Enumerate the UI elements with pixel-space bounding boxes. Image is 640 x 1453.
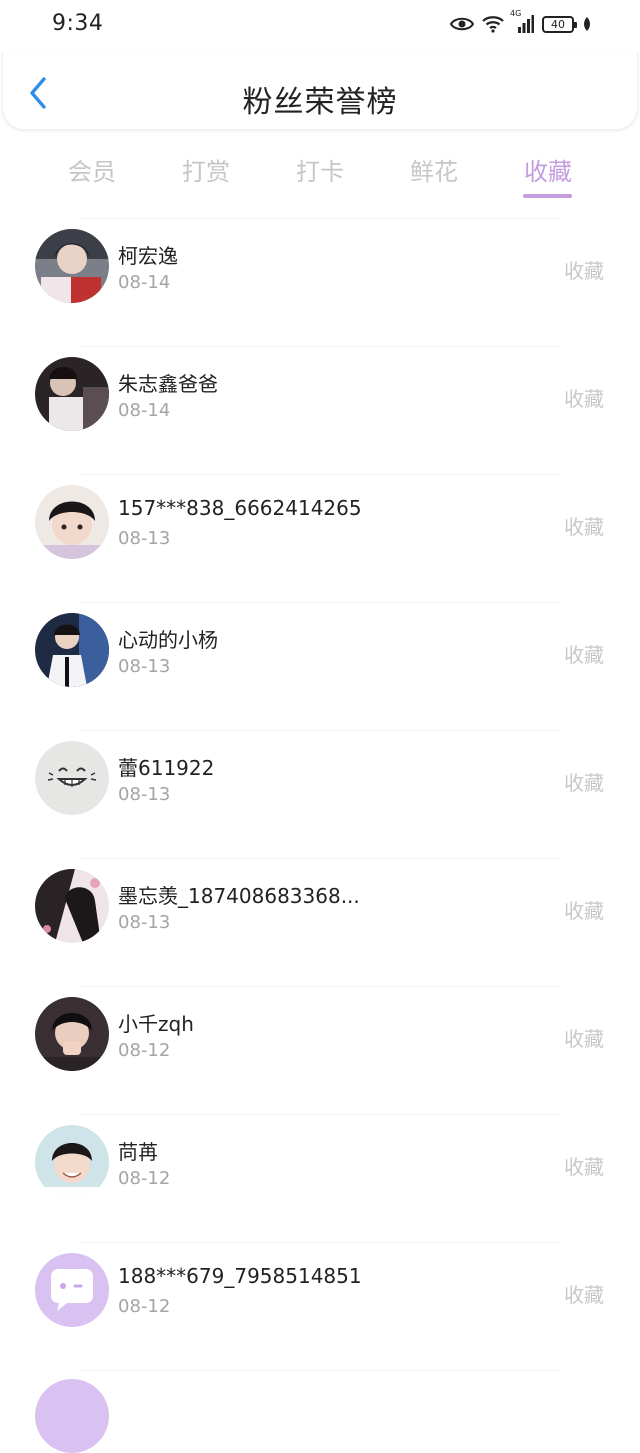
favorite-label: 收藏 [564,387,604,411]
tab-checkin[interactable]: 打卡 [275,152,365,187]
page-title: 粉丝荣誉榜 [242,85,398,120]
tab-bar: 会员 打赏 打卡 鲜花 收藏 [0,140,640,204]
user-name: 苘苒 [118,1140,158,1164]
divider [80,1114,560,1115]
divider [80,1242,560,1243]
favorite-label: 收藏 [564,643,604,667]
avatar[interactable] [35,741,109,815]
favorite-date: 08-13 [118,784,171,805]
user-name: 柯宏逸 [118,244,178,268]
favorite-label: 收藏 [564,515,604,539]
divider [80,986,560,987]
user-name: 188***679_7958514851 [118,1264,362,1288]
user-name: 蕾611922 [118,756,215,780]
favorite-date: 08-13 [118,656,171,677]
favorite-label: 收藏 [564,771,604,795]
eye-icon [450,16,474,32]
status-time: 9:34 [52,11,104,36]
favorite-label: 收藏 [564,1155,604,1179]
favorite-date: 08-13 [118,528,171,549]
list-item[interactable]: 朱志鑫爸爸 08-14 收藏 [0,346,640,474]
favorite-label: 收藏 [564,1027,604,1051]
header-bar: 粉丝荣誉榜 [2,52,638,130]
list-item[interactable]: 188***679_7958514851 08-12 收藏 [0,1242,640,1370]
favorite-date: 08-14 [118,272,171,293]
list-item[interactable]: 墨忘羡_187408683368... 08-13 收藏 [0,858,640,986]
list-item[interactable]: 苘苒 08-12 收藏 [0,1114,640,1242]
divider [80,1370,560,1371]
list-item[interactable]: 蕾611922 08-13 收藏 [0,730,640,858]
divider [80,346,560,347]
list-item-partial [0,1370,640,1384]
leaf-icon [582,16,592,32]
favorite-label: 收藏 [564,899,604,923]
favorite-date: 08-12 [118,1296,171,1317]
tab-flowers[interactable]: 鲜花 [389,152,479,187]
user-name: 墨忘羡_187408683368... [118,884,360,908]
network-type-label: 4G [510,9,522,18]
avatar[interactable] [35,1253,109,1327]
favorite-label: 收藏 [564,259,604,283]
avatar[interactable] [35,357,109,431]
active-tab-indicator [523,194,572,198]
avatar[interactable] [35,229,109,303]
user-name: 心动的小杨 [118,628,218,652]
favorite-label: 收藏 [564,1283,604,1307]
user-name: 小千zqh [118,1012,194,1036]
signal-icon: 4G [510,9,534,33]
divider [80,858,560,859]
fan-list: 柯宏逸 08-14 收藏 朱志鑫爸爸 08-14 收藏 157***838_66… [0,218,640,1384]
list-item[interactable]: 小千zqh 08-12 收藏 [0,986,640,1114]
avatar[interactable] [35,997,109,1071]
status-bar: 9:34 4G 40 [0,0,640,52]
divider [80,474,560,475]
tab-member[interactable]: 会员 [47,152,137,187]
favorite-date: 08-13 [118,912,171,933]
avatar[interactable] [35,1125,109,1199]
divider [80,730,560,731]
divider [80,602,560,603]
wifi-icon [482,15,504,33]
avatar[interactable] [35,869,109,943]
divider [80,218,560,219]
user-name: 朱志鑫爸爸 [118,372,218,396]
list-item[interactable]: 心动的小杨 08-13 收藏 [0,602,640,730]
user-name: 157***838_6662414265 [118,496,362,520]
tab-reward[interactable]: 打赏 [161,152,251,187]
tab-favorites[interactable]: 收藏 [503,152,593,187]
list-item[interactable]: 柯宏逸 08-14 收藏 [0,218,640,346]
battery-icon: 40 [542,15,577,33]
favorite-date: 08-12 [118,1040,171,1061]
favorite-date: 08-14 [118,400,171,421]
avatar[interactable] [35,613,109,687]
favorite-date: 08-12 [118,1168,171,1189]
list-item[interactable]: 157***838_6662414265 08-13 收藏 [0,474,640,602]
avatar[interactable] [35,485,109,559]
status-icons: 4G 40 [450,9,592,36]
avatar[interactable] [35,1379,109,1453]
